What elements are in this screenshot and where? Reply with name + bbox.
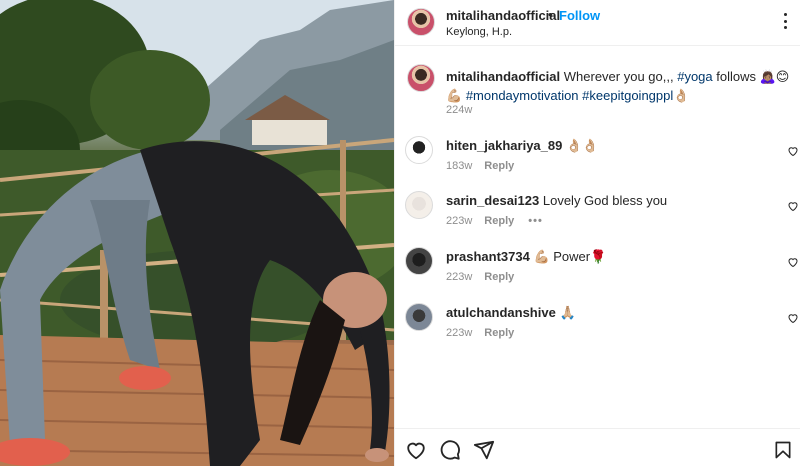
- commenter-avatar[interactable]: [405, 136, 433, 164]
- comment-item: prashant3734 💪🏼 Power🌹 223w Reply: [405, 247, 800, 291]
- reply-button[interactable]: Reply: [484, 215, 514, 227]
- author-username[interactable]: mitalihandaofficial: [446, 8, 560, 23]
- comment-heart-icon[interactable]: [787, 200, 799, 212]
- comment-text: 👌🏼👌🏼: [565, 138, 599, 153]
- comment-meta: 223w Reply: [446, 327, 514, 339]
- heart-icon[interactable]: [405, 439, 427, 461]
- comment-heart-icon[interactable]: [787, 256, 799, 268]
- comment-text: Lovely God bless you: [542, 193, 668, 208]
- post-action-bar: [395, 428, 800, 466]
- commenter-avatar[interactable]: [405, 247, 433, 275]
- yoga-photo-illustration: [0, 0, 394, 466]
- comment-heart-icon[interactable]: [787, 312, 799, 324]
- comment-age: 223w: [446, 327, 473, 339]
- caption-trailing-emoji: 👌🏼: [673, 88, 690, 103]
- hashtag-yoga[interactable]: #yoga: [677, 69, 712, 84]
- comment-bubble-icon[interactable]: [439, 439, 461, 461]
- comment-item: atulchandanshive 🙏🏼 223w Reply: [405, 303, 800, 347]
- caption-username[interactable]: mitalihandaofficial: [446, 69, 560, 84]
- more-options-icon[interactable]: [778, 13, 792, 29]
- comment-line: sarin_desai123 Lovely God bless you: [446, 193, 667, 208]
- commenter-username[interactable]: atulchandanshive: [446, 305, 556, 320]
- reply-button[interactable]: Reply: [484, 327, 514, 339]
- hashtag-keepitgoingppl[interactable]: #keepitgoingppl: [582, 88, 673, 103]
- follow-button[interactable]: Follow: [559, 8, 600, 23]
- separator-dot: •: [548, 7, 553, 22]
- comment-meta: 223w Reply: [446, 271, 514, 283]
- paper-plane-icon[interactable]: [473, 439, 495, 461]
- comment-age: 183w: [446, 160, 473, 172]
- comment-more-icon[interactable]: •••: [528, 215, 543, 227]
- hashtag-mondaymotivation[interactable]: #mondaymotivation: [466, 88, 579, 103]
- bookmark-icon[interactable]: [773, 439, 793, 461]
- caption-author-avatar[interactable]: [407, 64, 435, 92]
- post-photo: [0, 0, 394, 466]
- comment-line: prashant3734 💪🏼 Power🌹: [446, 249, 606, 265]
- post-location[interactable]: Keylong, H.p.: [446, 26, 512, 38]
- comment-line: hiten_jakhariya_89 👌🏼👌🏼: [446, 138, 598, 154]
- comment-text: 🙏🏼: [559, 305, 576, 320]
- commenter-avatar[interactable]: [405, 303, 433, 331]
- caption-text-block: mitalihandaofficial Wherever you go,,, #…: [446, 67, 791, 105]
- comment-line: atulchandanshive 🙏🏼: [446, 305, 576, 321]
- comment-item: hiten_jakhariya_89 👌🏼👌🏼 183w Reply: [405, 136, 800, 180]
- comment-meta: 223w Reply •••: [446, 215, 543, 227]
- comment-item: sarin_desai123 Lovely God bless you 223w…: [405, 191, 800, 235]
- author-avatar[interactable]: [407, 8, 435, 36]
- commenter-username[interactable]: hiten_jakhariya_89: [446, 138, 562, 153]
- caption-age: 224w: [446, 104, 473, 116]
- comment-age: 223w: [446, 215, 473, 227]
- post-header: mitalihandaofficial • Follow Keylong, H.…: [395, 0, 800, 46]
- comment-meta: 183w Reply: [446, 160, 514, 172]
- comment-text: 💪🏼 Power🌹: [533, 249, 607, 264]
- reply-button[interactable]: Reply: [484, 160, 514, 172]
- reply-button[interactable]: Reply: [484, 271, 514, 283]
- commenter-username[interactable]: sarin_desai123: [446, 193, 539, 208]
- comment-age: 223w: [446, 271, 473, 283]
- comment-heart-icon[interactable]: [787, 145, 799, 157]
- caption-text: Wherever you go,,,: [563, 69, 674, 84]
- post-side-panel: mitalihandaofficial • Follow Keylong, H.…: [394, 0, 800, 466]
- commenter-username[interactable]: prashant3734: [446, 249, 530, 264]
- commenter-avatar[interactable]: [405, 191, 433, 219]
